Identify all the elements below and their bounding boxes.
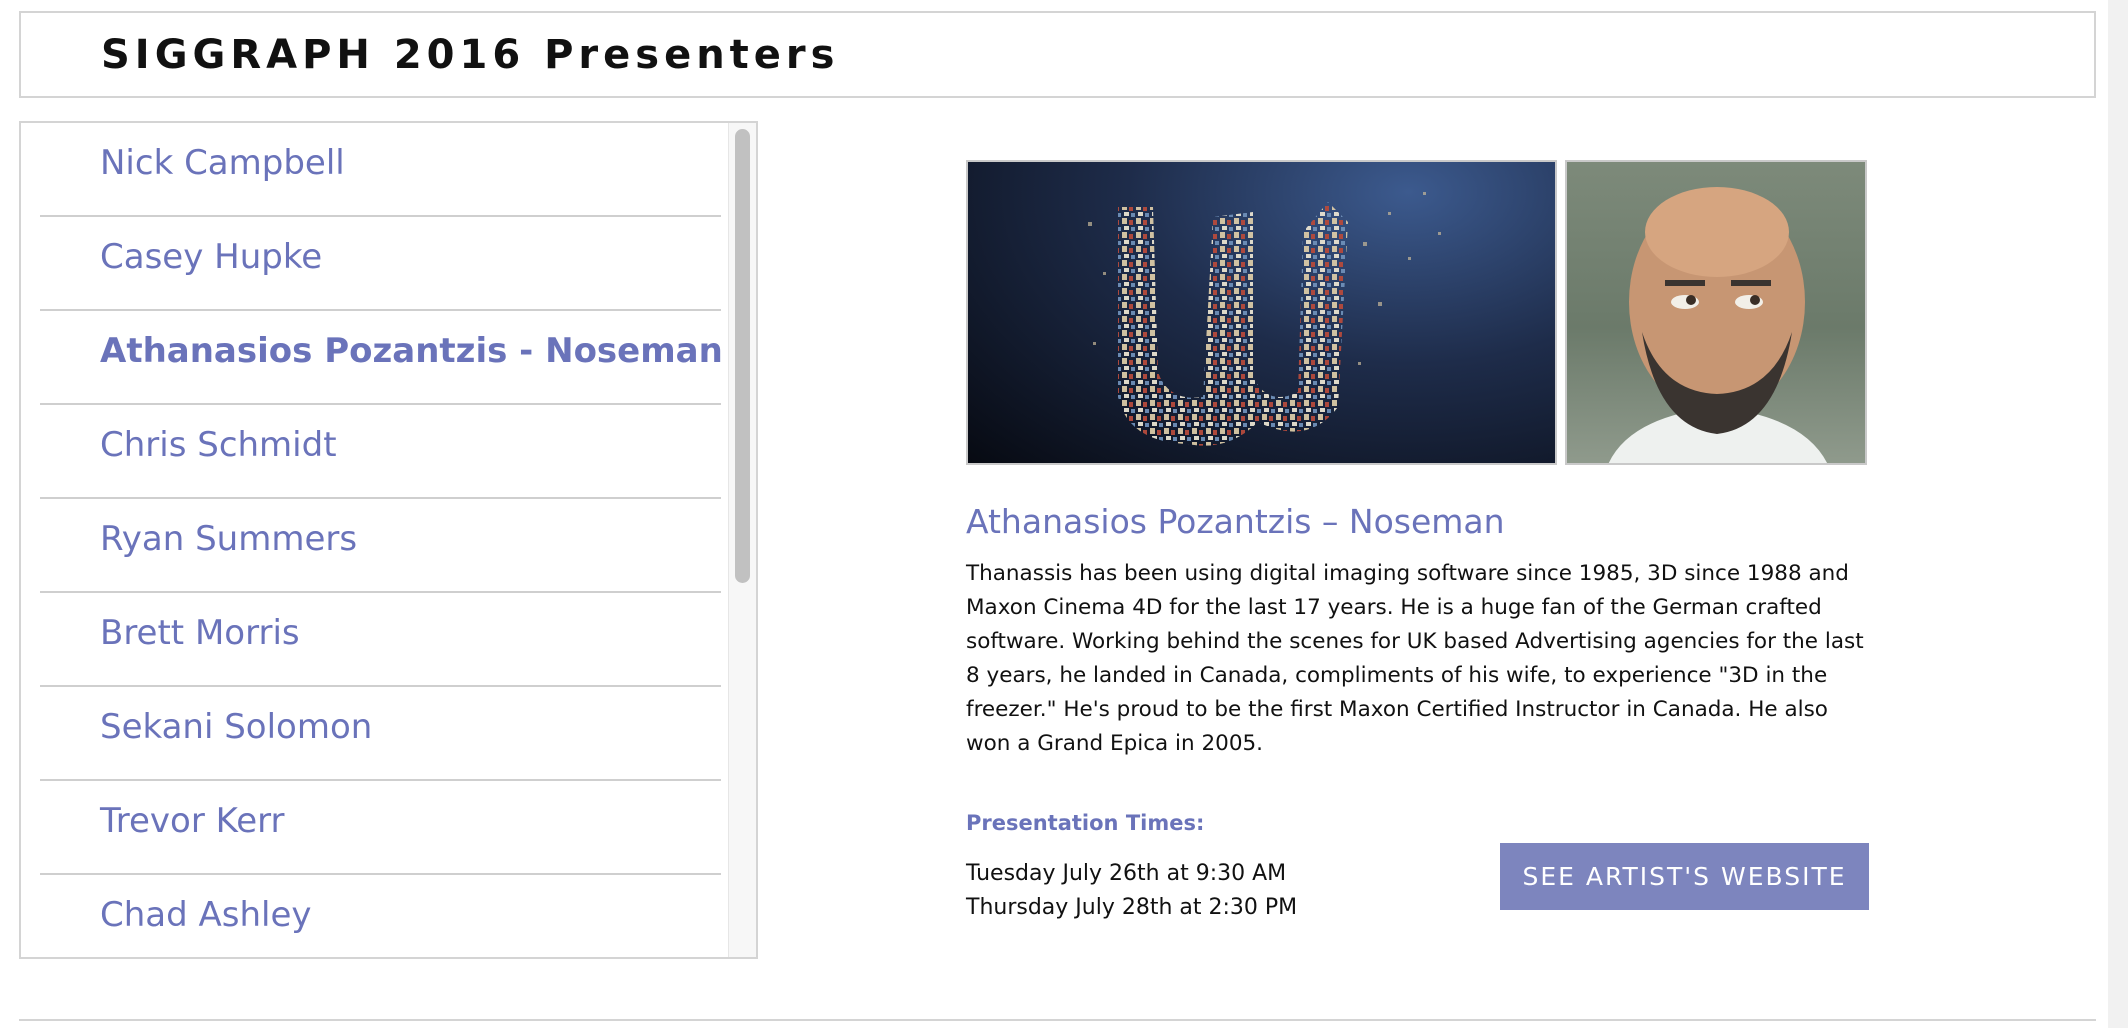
artist-website-button[interactable]: SEE ARTIST'S WEBSITE bbox=[1500, 843, 1869, 910]
presenter-name-label: Trevor Kerr bbox=[100, 801, 285, 841]
presenter-name-label: Casey Hupke bbox=[100, 237, 323, 277]
presenter-name-label: Brett Morris bbox=[100, 613, 300, 653]
presenter-name-label: Athanasios Pozantzis - Noseman bbox=[100, 331, 723, 371]
list-item-active[interactable]: Athanasios Pozantzis - Noseman bbox=[40, 311, 723, 405]
presenter-name-label: Chris Schmidt bbox=[100, 425, 337, 465]
presenter-list-panel: Nick Campbell Casey Hupke Athanasios Poz… bbox=[19, 121, 758, 959]
presenter-name-label: Chad Ashley bbox=[100, 895, 312, 935]
presenter-name-label: Nick Campbell bbox=[100, 143, 345, 183]
presenter-name-label: Ryan Summers bbox=[100, 519, 358, 559]
list-item[interactable]: Nick Campbell bbox=[40, 123, 721, 217]
footer-divider bbox=[19, 1019, 2096, 1021]
presenter-detail: Athanasios Pozantzis – Noseman Thanassis… bbox=[966, 160, 1870, 927]
photo-row bbox=[966, 160, 1870, 466]
list-item[interactable]: Chris Schmidt bbox=[40, 405, 721, 499]
presenter-name-label: Sekani Solomon bbox=[100, 707, 373, 747]
presenter-bio: Thanassis has been using digital imaging… bbox=[966, 561, 1864, 756]
list-item[interactable]: Ryan Summers bbox=[40, 499, 721, 593]
list-item[interactable]: Trevor Kerr bbox=[40, 781, 721, 875]
list-item[interactable]: Sekani Solomon bbox=[40, 687, 721, 781]
presenter-name-heading: Athanasios Pozantzis – Noseman bbox=[966, 502, 1505, 541]
list-item[interactable]: Casey Hupke bbox=[40, 217, 721, 311]
presenter-portrait bbox=[1565, 160, 1867, 465]
page: SIGGRAPH 2016 Presenters Nick Campbell C… bbox=[0, 0, 2128, 1028]
presentation-times-heading: Presentation Times: bbox=[966, 811, 1205, 835]
page-edge bbox=[2108, 0, 2128, 1028]
presentation-times: Tuesday July 26th at 9:30 AM Thursday Ju… bbox=[966, 843, 1870, 927]
list-item[interactable]: Brett Morris bbox=[40, 593, 721, 687]
page-title: SIGGRAPH 2016 Presenters bbox=[101, 32, 840, 78]
particle-letter-graphic bbox=[1088, 192, 1441, 446]
page-header: SIGGRAPH 2016 Presenters bbox=[19, 11, 2096, 98]
scrollbar-thumb[interactable] bbox=[735, 129, 750, 583]
portrait-graphic bbox=[1608, 187, 1827, 463]
scrollbar[interactable] bbox=[728, 123, 756, 957]
presenter-list: Nick Campbell Casey Hupke Athanasios Poz… bbox=[40, 123, 723, 957]
list-item[interactable]: Chad Ashley bbox=[40, 875, 721, 957]
artwork-image bbox=[966, 160, 1557, 465]
